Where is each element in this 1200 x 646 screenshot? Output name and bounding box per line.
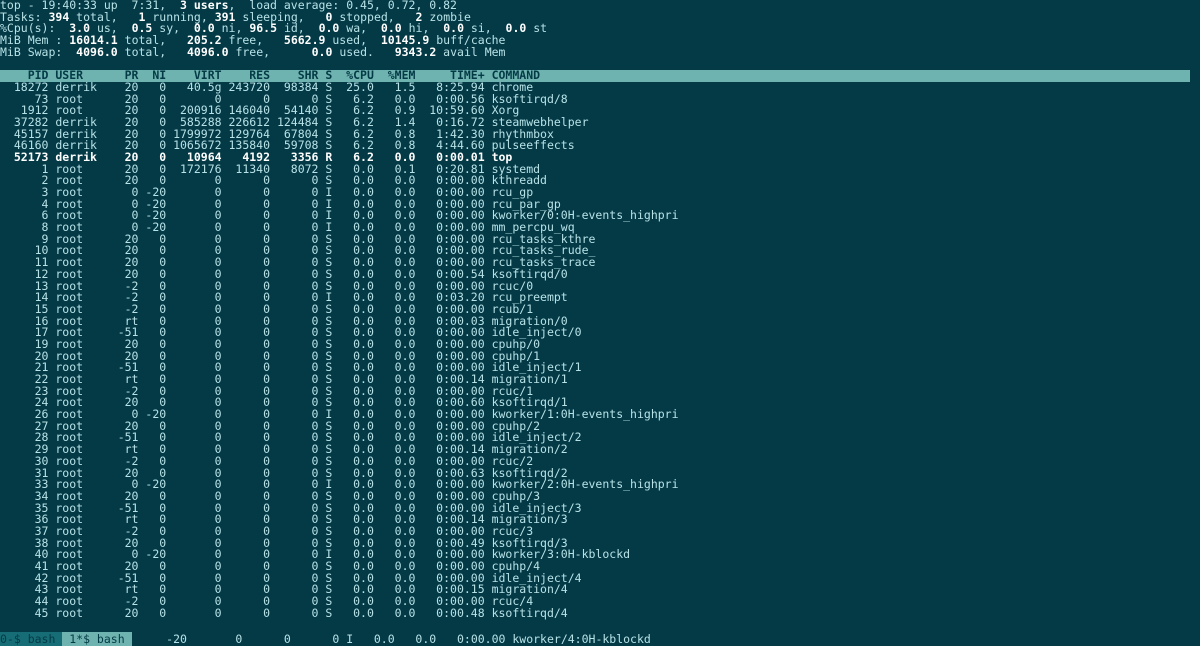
screen-tab-0[interactable]: 0-$ bash — [0, 632, 62, 646]
process-row[interactable]: 45 root 20 0 0 0 0 S 0.0 0.0 0:00.48 kso… — [0, 608, 1200, 620]
status-remnant: -20 0 0 0 I 0.0 0.0 0:00.00 kworker/4:0H… — [132, 632, 651, 646]
screen-tab-1[interactable]: 1*$ bash — [62, 632, 131, 646]
process-table: 18272 derrik 20 0 40.5g 243720 98384 S 2… — [0, 82, 1200, 620]
status-bar[interactable]: 0-$ bash 1*$ bash -20 0 0 0 I 0.0 0.0 0:… — [0, 634, 651, 646]
terminal[interactable]: top - 19:40:33 up 7:31, 3 users, load av… — [0, 0, 1200, 646]
summary-line-swap: MiB Swap: 4096.0 total, 4096.0 free, 0.0… — [0, 47, 1200, 59]
